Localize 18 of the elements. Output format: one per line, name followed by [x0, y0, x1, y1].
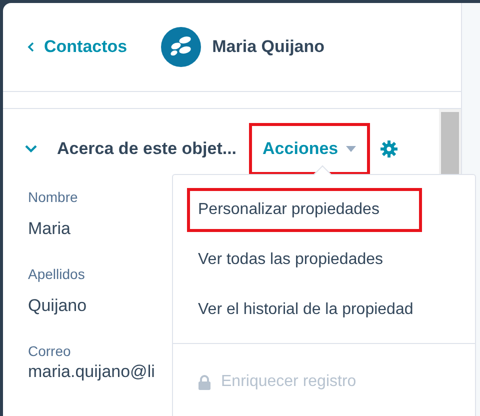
menu-item[interactable]: Ver todas las propiedades: [187, 238, 461, 282]
field-label: Apellidos: [28, 266, 85, 282]
chevron-down-icon[interactable]: [24, 144, 38, 154]
section-title: Acerca de este objet...: [57, 139, 237, 159]
menu-item[interactable]: Personalizar propiedades: [187, 188, 422, 232]
lock-icon: [198, 374, 211, 390]
settings-icon[interactable]: [380, 140, 398, 158]
field-value: Quijano: [28, 296, 87, 316]
contact-name: Maria Quijano: [212, 37, 325, 57]
field-value: Maria: [28, 219, 71, 239]
company-logo-icon: [161, 27, 202, 67]
back-link[interactable]: Contactos: [27, 37, 128, 57]
field-label: Nombre: [28, 189, 78, 205]
caret-icon: [346, 146, 356, 152]
field-label: Correo: [28, 343, 71, 359]
menu-item[interactable]: Ver el historial de la propiedad: [187, 288, 461, 332]
field-value: maria.quijano@li: [28, 362, 155, 382]
chevron-left-icon: [27, 41, 35, 53]
